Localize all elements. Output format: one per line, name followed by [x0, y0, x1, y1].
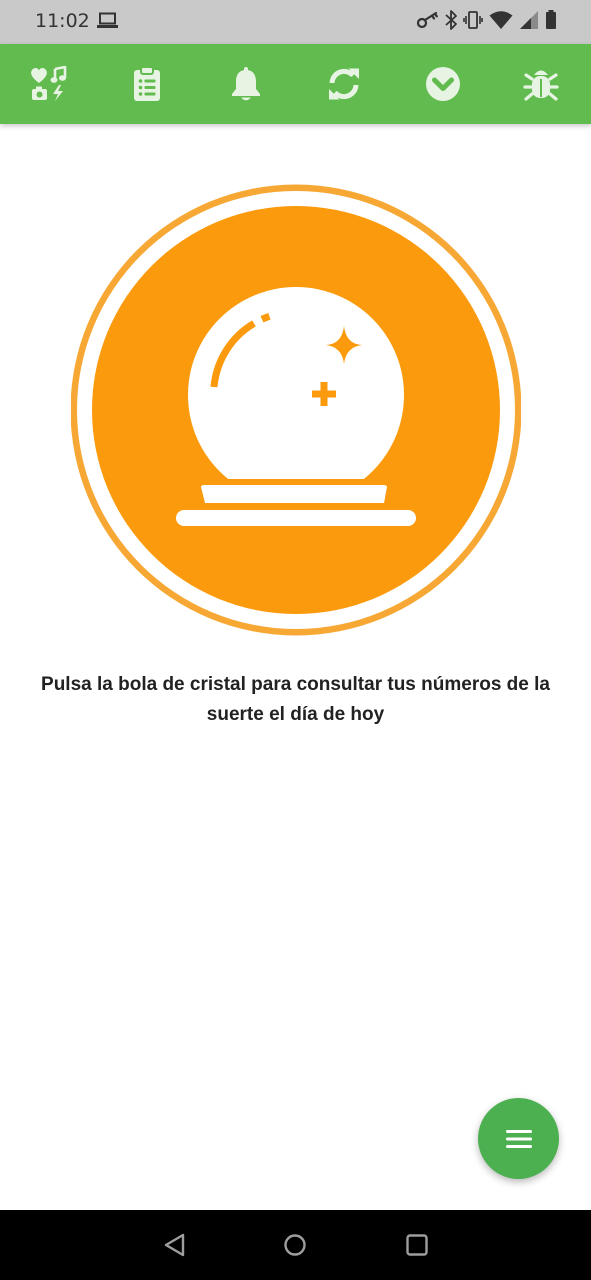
- laptop-icon: [97, 12, 118, 34]
- bluetooth-icon: [445, 9, 457, 35]
- status-bar: 11:02: [0, 0, 591, 44]
- crystal-ball-icon: [70, 184, 522, 636]
- key-icon: [416, 11, 439, 34]
- back-icon[interactable]: [160, 1230, 190, 1260]
- wifi-icon: [489, 10, 513, 35]
- bell-icon[interactable]: [226, 64, 266, 104]
- app-toolbar: [0, 44, 591, 124]
- navigation-bar: [0, 1210, 591, 1280]
- bug-icon[interactable]: [521, 64, 561, 104]
- orb-prompt: Pulsa la bola de cristal para consultar …: [41, 674, 550, 725]
- recents-icon[interactable]: [402, 1230, 432, 1260]
- menu-icon: [505, 1129, 532, 1148]
- chevron-circle-down-icon[interactable]: [423, 64, 463, 104]
- status-time: 11:02: [35, 10, 90, 32]
- signal-icon: [519, 10, 539, 35]
- clipboard-list-icon[interactable]: [127, 64, 167, 104]
- hobbies-icon[interactable]: [29, 64, 69, 104]
- status-icons: [416, 9, 557, 35]
- crystal-ball-button[interactable]: [70, 181, 522, 639]
- sync-icon[interactable]: [324, 64, 364, 104]
- battery-icon: [545, 9, 557, 35]
- home-icon[interactable]: [280, 1230, 310, 1260]
- vibrate-icon: [463, 10, 483, 35]
- menu-fab[interactable]: [478, 1098, 559, 1179]
